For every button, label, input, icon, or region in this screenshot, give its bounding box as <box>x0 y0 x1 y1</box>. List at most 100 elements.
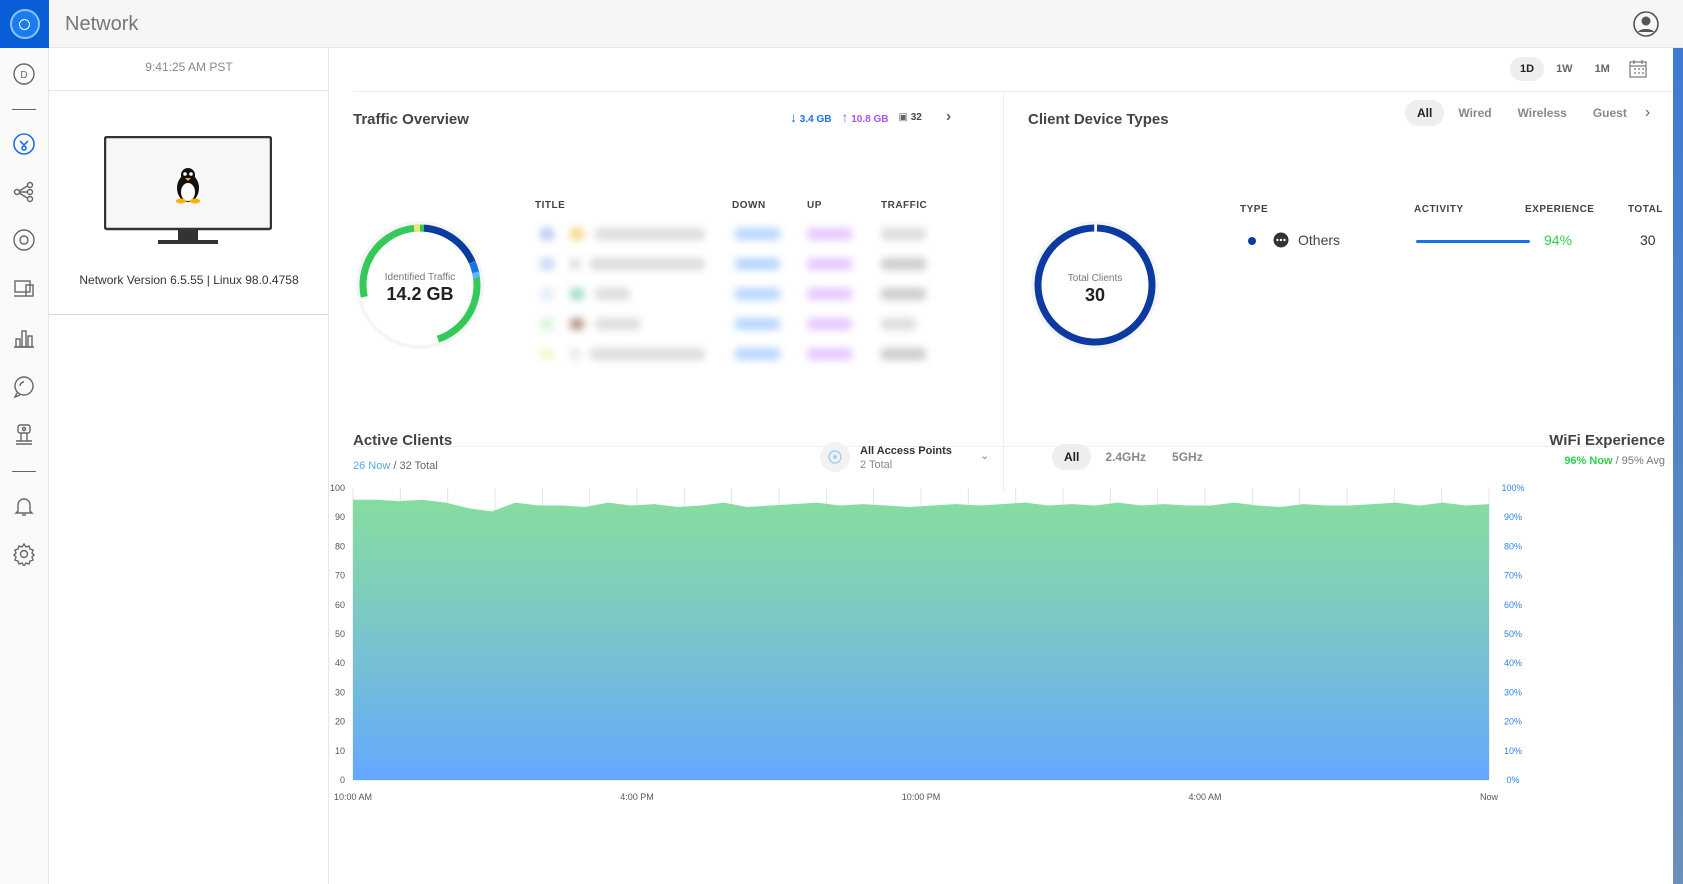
y-tick-label: 90 <box>335 512 345 522</box>
network-topology-icon[interactable] <box>11 131 37 157</box>
tab-wired[interactable]: Wired <box>1446 100 1503 126</box>
y2-tick-label: 60% <box>1504 600 1522 610</box>
total-clients-label: Total Clients <box>1067 273 1123 284</box>
table-row[interactable] <box>535 228 965 242</box>
y-tick-label: 20 <box>335 717 345 727</box>
main-content: 1D 1W 1M Traffic Overview ↓ 3.4 GB ↑ 10.… <box>330 48 1683 884</box>
statistics-icon[interactable] <box>11 325 37 351</box>
rail-divider <box>12 109 36 110</box>
wifi-experience: WiFi Experience 96% Now / 95% Avg <box>1549 432 1665 467</box>
active-clients-area <box>353 499 1489 780</box>
calendar-icon[interactable] <box>1628 59 1648 79</box>
traffic-clients-stat: ▣ 32 <box>898 111 922 123</box>
client-experience: 94% <box>1544 232 1573 248</box>
y-tick-label: 60 <box>335 600 345 610</box>
divider <box>353 91 1683 92</box>
arrow-down-icon: ↓ <box>790 109 797 125</box>
tab-all[interactable]: All <box>1405 100 1445 126</box>
col-activity: ACTIVITY <box>1414 204 1464 215</box>
access-point-select[interactable]: All Access Points 2 Total ⌄ <box>820 440 1000 474</box>
rail-divider <box>12 471 36 472</box>
user-avatar-icon[interactable] <box>1632 10 1660 38</box>
total-clients-value: 30 <box>1084 285 1106 305</box>
chevron-right-icon[interactable]: › <box>946 108 951 126</box>
divider <box>49 90 329 91</box>
activity-bar <box>1416 240 1530 243</box>
x-tick-label: 10:00 AM <box>334 792 372 802</box>
access-point-count: 2 Total <box>860 459 893 471</box>
table-row[interactable] <box>535 288 965 302</box>
app-title: Network <box>65 13 139 35</box>
active-clients-title: Active Clients <box>353 432 453 449</box>
y2-tick-label: 30% <box>1504 687 1522 697</box>
device-panel: 9:41:25 AM PST Network Version 6.5.55 | … <box>49 48 329 884</box>
client-device-types-title: Client Device Types <box>1028 111 1169 128</box>
traffic-donut: Identified Traffic 14.2 GB <box>355 220 485 350</box>
range-1d-button[interactable]: 1D <box>1510 57 1545 81</box>
client-total: 30 <box>1640 232 1656 248</box>
col-up: UP <box>807 200 822 211</box>
traffic-stats: ↓ 3.4 GB ↑ 10.8 GB ▣ 32 › <box>790 108 951 126</box>
bell-icon[interactable] <box>11 493 37 519</box>
range-1m-button[interactable]: 1M <box>1585 57 1620 81</box>
table-row[interactable] <box>535 258 965 272</box>
tab-band-5ghz[interactable]: 5GHz <box>1160 444 1215 470</box>
col-total: TOTAL <box>1628 204 1663 215</box>
chevron-right-icon[interactable]: › <box>1645 104 1650 122</box>
clients-icon[interactable] <box>11 275 37 301</box>
topology-icon[interactable] <box>11 179 37 205</box>
insights-icon[interactable] <box>11 374 37 400</box>
traffic-down-stat: ↓ 3.4 GB <box>790 109 832 125</box>
tab-band-24ghz[interactable]: 2.4GHz <box>1093 444 1158 470</box>
tab-wireless[interactable]: Wireless <box>1506 100 1579 126</box>
x-tick-label: 4:00 AM <box>1188 792 1221 802</box>
access-point-icon <box>820 442 850 472</box>
tab-band-all[interactable]: All <box>1052 444 1092 470</box>
tab-guest[interactable]: Guest <box>1581 100 1639 126</box>
col-type: TYPE <box>1240 204 1269 215</box>
y-tick-label: 80 <box>335 541 345 551</box>
col-down: DOWN <box>732 200 766 211</box>
series-dot-icon <box>1248 237 1256 245</box>
divider <box>49 314 329 315</box>
svg-text:D: D <box>20 70 27 81</box>
total-clients-donut: Total Clients 30 <box>1030 220 1160 350</box>
y2-tick-label: 40% <box>1504 658 1522 668</box>
y2-tick-label: 10% <box>1504 746 1522 756</box>
system-log-icon[interactable] <box>11 421 37 447</box>
monitor-icon <box>104 136 272 244</box>
gear-icon[interactable] <box>11 541 37 567</box>
y-tick-label: 100 <box>330 483 345 493</box>
arrow-up-icon: ↑ <box>841 109 849 125</box>
traffic-donut-value: 14.2 GB <box>386 284 454 304</box>
table-row[interactable] <box>535 318 965 332</box>
active-clients-chart: 0 10 20 30 40 50 60 70 80 90 100 0% 10% 20% 30% 40% 50% 6… <box>330 483 1525 802</box>
devices-icon[interactable] <box>11 227 37 253</box>
traffic-overview-title: Traffic Overview <box>353 111 469 128</box>
divider <box>1003 92 1004 492</box>
active-clients-summary: 26 Now / 32 Total <box>353 460 438 472</box>
device-clock: 9:41:25 AM PST <box>145 60 233 74</box>
app-logo-icon[interactable] <box>0 0 49 48</box>
y2-tick-label: 70% <box>1504 571 1522 581</box>
access-point-title: All Access Points <box>860 445 952 457</box>
col-experience: EXPERIENCE <box>1525 204 1595 215</box>
y2-tick-label: 90% <box>1504 512 1522 522</box>
divider <box>353 446 1665 447</box>
y-tick-label: 50 <box>335 629 345 639</box>
scrollbar[interactable] <box>1673 48 1683 884</box>
wifi-experience-summary: 96% Now / 95% Avg <box>1564 455 1665 467</box>
x-tick-label: 4:00 PM <box>620 792 654 802</box>
y2-tick-label: 0% <box>1506 775 1519 785</box>
time-range-selector: 1D 1W 1M <box>1510 56 1648 82</box>
table-row[interactable]: Others 94% 30 <box>1210 228 1660 254</box>
band-tabs: All 2.4GHz 5GHz <box>1052 444 1215 470</box>
table-row[interactable] <box>535 348 965 362</box>
nav-rail: D <box>0 48 49 884</box>
range-1w-button[interactable]: 1W <box>1546 57 1583 81</box>
clients-small-icon: ▣ <box>898 111 908 123</box>
y-tick-label: 70 <box>335 571 345 581</box>
dashboard-icon[interactable]: D <box>11 61 37 87</box>
y-tick-label: 0 <box>340 775 345 785</box>
y2-tick-label: 100% <box>1501 483 1524 493</box>
